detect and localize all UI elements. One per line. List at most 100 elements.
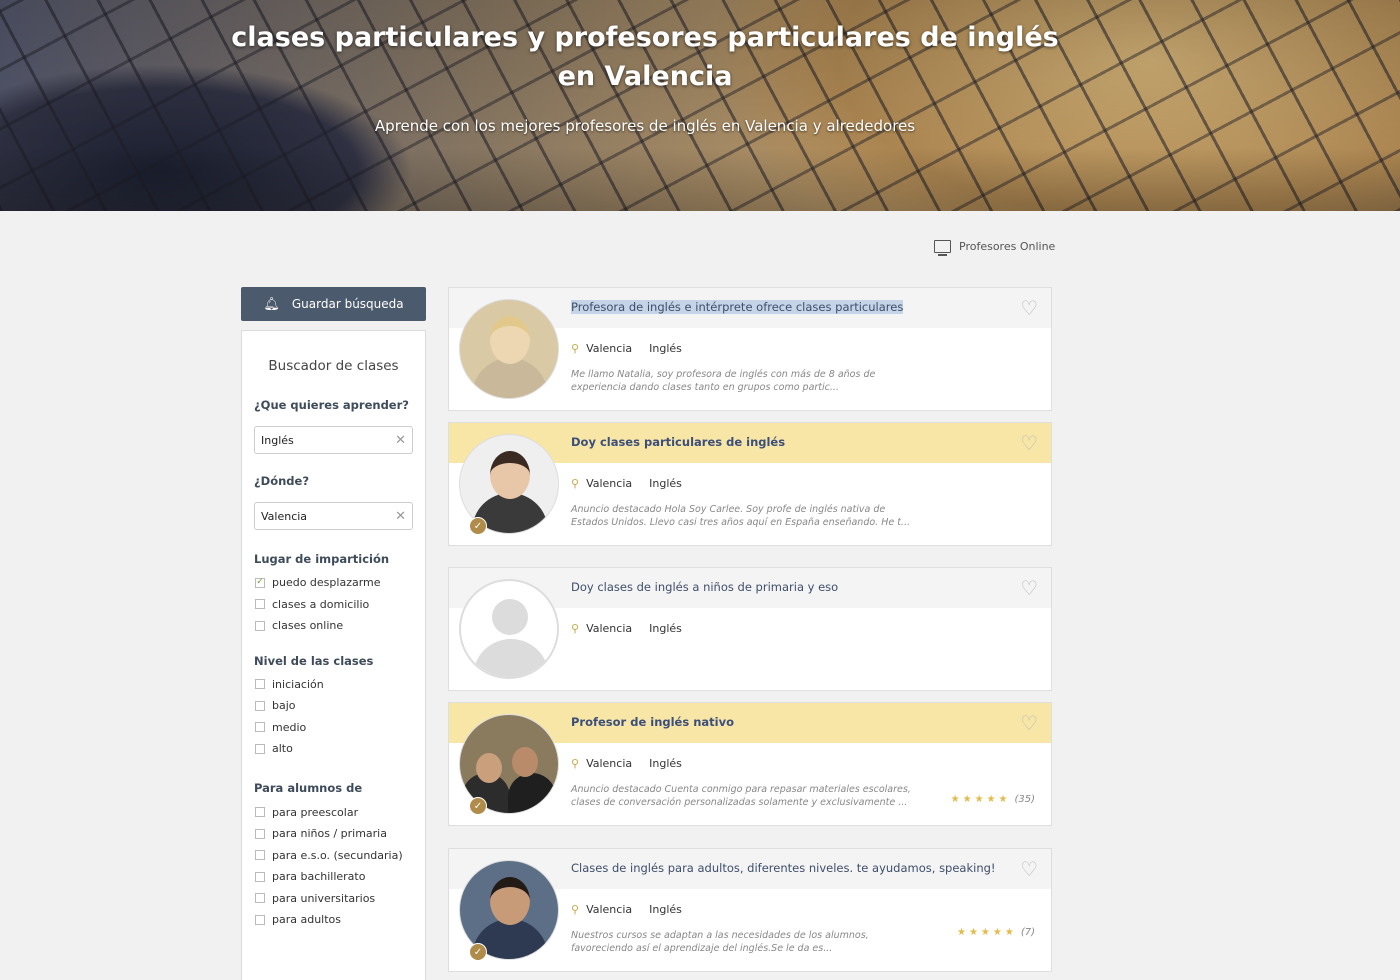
avatar-body	[508, 773, 556, 813]
card-city: Valencia	[586, 757, 633, 770]
star-icons: ★★★★★	[957, 927, 1017, 938]
checkbox[interactable]	[255, 743, 265, 754]
rating-stars: ★★★★★ (35)	[951, 794, 1035, 805]
avatar-face	[512, 747, 538, 777]
filter-checkbox-row[interactable]: iniciación	[255, 674, 425, 696]
teacher-card[interactable]: ✓ Clases de inglés para adultos, diferen…	[448, 848, 1052, 972]
teacher-card-featured[interactable]: ✓ Doy clases particulares de inglés ♡ ⚲ …	[448, 422, 1052, 546]
card-meta: ⚲ Valencia Inglés	[571, 622, 682, 635]
place-filter-list: ✓ puedo desplazarme clases a domicilio cl…	[242, 572, 425, 637]
teacher-avatar[interactable]	[459, 299, 559, 399]
subject-input-value: Inglés	[261, 433, 294, 447]
teacher-avatar-placeholder[interactable]	[459, 579, 559, 679]
checkbox[interactable]: ✓	[255, 577, 265, 588]
card-city: Valencia	[586, 903, 633, 916]
avatar-face	[490, 877, 530, 925]
filter-checkbox-row[interactable]: clases online	[255, 615, 425, 637]
checkbox-label: para preescolar	[272, 805, 359, 819]
checkbox-label: para adultos	[272, 913, 342, 927]
clear-location-icon[interactable]: ✕	[395, 509, 406, 524]
favorite-heart-icon[interactable]: ♡	[1020, 578, 1038, 598]
card-title[interactable]: Clases de inglés para adultos, diferente…	[571, 861, 996, 875]
card-title[interactable]: Profesor de inglés nativo	[571, 715, 734, 729]
save-search-label: Guardar búsqueda	[291, 297, 404, 311]
level-filter-list: iniciación bajo medio alto	[242, 674, 425, 760]
card-description: Nuestros cursos se adaptan a las necesid…	[571, 930, 869, 954]
filter-checkbox-row[interactable]: para adultos	[255, 909, 425, 931]
card-title[interactable]: Doy clases particulares de inglés	[571, 435, 785, 449]
avatar-face	[476, 753, 502, 783]
favorite-heart-icon[interactable]: ♡	[1020, 713, 1038, 733]
checkbox[interactable]	[255, 828, 265, 839]
teacher-card-featured[interactable]: ✓ Profesor de inglés nativo ♡ ⚲ Valencia…	[448, 702, 1052, 826]
card-description: Anuncio destacado Cuenta conmigo para re…	[571, 784, 911, 808]
checkbox[interactable]	[255, 914, 265, 925]
page-subtitle: Aprende con los mejores profesores de in…	[374, 117, 916, 135]
avatar-body	[473, 639, 549, 677]
favorite-heart-icon[interactable]: ♡	[1020, 433, 1038, 453]
checkbox-label: para e.s.o. (secundaria)	[272, 848, 403, 862]
filter-checkbox-row[interactable]: para e.s.o. (secundaria)	[255, 845, 425, 867]
save-search-button[interactable]: 🔔︎ Guardar búsqueda	[241, 287, 426, 321]
card-meta: ⚲ Valencia Inglés	[571, 342, 682, 355]
checkbox[interactable]	[255, 850, 265, 861]
clear-subject-icon[interactable]: ✕	[395, 433, 406, 448]
card-meta: ⚲ Valencia Inglés	[571, 757, 682, 770]
checkbox[interactable]	[255, 679, 265, 690]
rating-stars: ★★★★★ (7)	[957, 927, 1035, 938]
favorite-heart-icon[interactable]: ♡	[1020, 298, 1038, 318]
location-input-value: Valencia	[261, 509, 308, 523]
location-pin-icon: ⚲	[571, 477, 580, 490]
hero-banner: clases particulares y profesores particu…	[0, 0, 1400, 211]
filter-checkbox-row[interactable]: para niños / primaria	[255, 823, 425, 845]
review-count: (35)	[1014, 794, 1035, 805]
checkbox[interactable]	[255, 807, 265, 818]
checkbox[interactable]	[255, 722, 265, 733]
filter-checkbox-row[interactable]: clases a domicilio	[255, 594, 425, 616]
students-filter-list: para preescolar para niños / primaria pa…	[242, 802, 425, 931]
checkbox[interactable]	[255, 700, 265, 711]
checkbox-label: puedo desplazarme	[272, 576, 381, 590]
card-subject: Inglés	[649, 342, 682, 355]
online-teachers-link[interactable]: Profesores Online	[934, 240, 1056, 256]
filter-checkbox-row[interactable]: para bachillerato	[255, 866, 425, 888]
checkbox-label: medio	[272, 720, 307, 734]
checkbox[interactable]	[255, 871, 265, 882]
checkbox-label: clases a domicilio	[272, 597, 370, 611]
filter-checkbox-row[interactable]: ✓ puedo desplazarme	[255, 572, 425, 594]
location-pin-icon: ⚲	[571, 757, 580, 770]
location-search-input[interactable]: Valencia ✕	[254, 502, 413, 530]
card-title[interactable]: Doy clases de inglés a niños de primaria…	[571, 580, 838, 594]
avatar-face	[492, 599, 528, 635]
checkbox-label: para bachillerato	[272, 870, 366, 884]
teacher-card[interactable]: Profesora de inglés e intérprete ofrece …	[448, 287, 1052, 411]
card-city: Valencia	[586, 342, 633, 355]
teacher-card[interactable]: Doy clases de inglés a niños de primaria…	[448, 567, 1052, 691]
filter-checkbox-row[interactable]: bajo	[255, 695, 425, 717]
page-title: clases particulares y profesores particu…	[231, 22, 1059, 92]
checkbox[interactable]	[255, 599, 265, 610]
card-title[interactable]: Profesora de inglés e intérprete ofrece …	[571, 300, 904, 314]
checkbox[interactable]	[255, 620, 265, 631]
checkbox-label: para universitarios	[272, 891, 376, 905]
subject-search-input[interactable]: Inglés ✕	[254, 426, 413, 454]
online-teachers-label: Profesores Online	[959, 240, 1056, 253]
card-subject: Inglés	[649, 903, 682, 916]
avatar-face	[490, 451, 530, 499]
level-filter-label: Nivel de las clases	[254, 653, 374, 668]
filter-checkbox-row[interactable]: medio	[255, 717, 425, 739]
card-meta: ⚲ Valencia Inglés	[571, 903, 682, 916]
favorite-heart-icon[interactable]: ♡	[1020, 859, 1038, 879]
filter-checkbox-row[interactable]: alto	[255, 738, 425, 760]
card-subject: Inglés	[649, 477, 682, 490]
filter-checkbox-row[interactable]: para universitarios	[255, 888, 425, 910]
verified-badge-icon: ✓	[469, 797, 487, 815]
location-pin-icon: ⚲	[571, 622, 580, 635]
filter-checkbox-row[interactable]: para preescolar	[255, 802, 425, 824]
location-pin-icon: ⚲	[571, 342, 580, 355]
avatar-face	[490, 316, 530, 364]
card-city: Valencia	[586, 622, 633, 635]
checkbox[interactable]	[255, 893, 265, 904]
where-label: ¿Dónde?	[254, 474, 310, 488]
monitor-icon	[934, 240, 951, 256]
